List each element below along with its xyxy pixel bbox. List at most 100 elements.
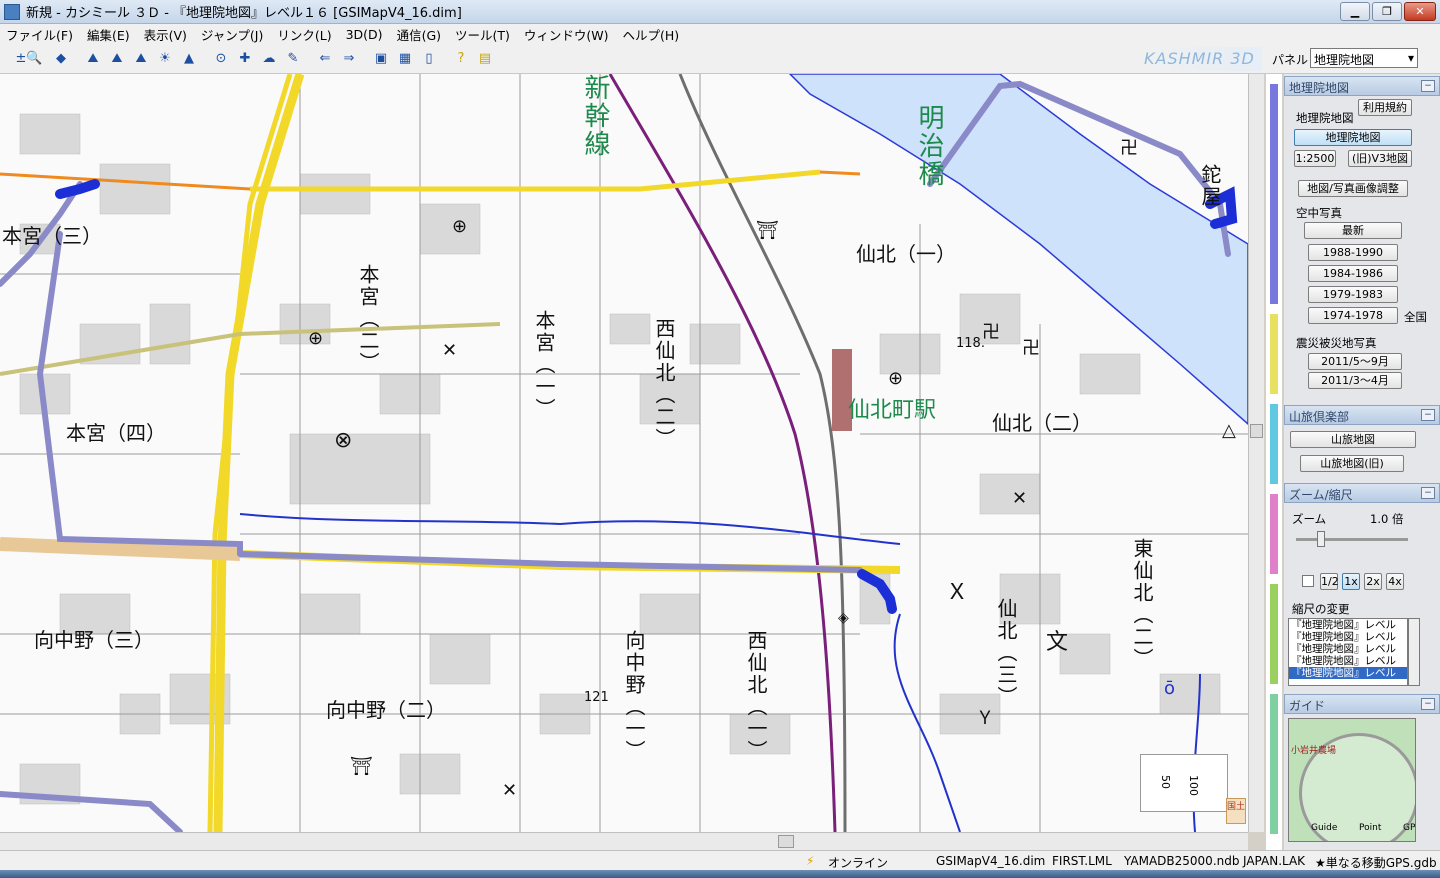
scale-list-scrollbar[interactable]: [1408, 618, 1420, 686]
side-panel: 地理院地図 − 利用規約 地理院地図 地理院地図 1:2500 (旧)V3地図 地…: [1284, 74, 1440, 850]
scale-list-item[interactable]: 『地理院地図』レベル: [1289, 655, 1407, 667]
zoom-slider-thumb[interactable]: [1317, 531, 1325, 547]
scale-list-item[interactable]: 『地理院地図』レベル: [1289, 631, 1407, 643]
cloud-icon[interactable]: ☁: [258, 48, 280, 70]
minimize-button[interactable]: ▁: [1340, 2, 1370, 21]
gsi-section-header[interactable]: 地理院地図 −: [1284, 76, 1440, 96]
menu-tool[interactable]: ツール(T): [455, 25, 510, 44]
disaster-may-button[interactable]: 2011/5～9月: [1308, 353, 1402, 370]
zoom-half-button[interactable]: 1/2: [1320, 573, 1339, 590]
temple-icon: 卍: [1120, 138, 1138, 159]
scale-50: 50: [1159, 775, 1172, 789]
aerial-latest-button[interactable]: 最新: [1304, 222, 1402, 239]
sanryo-section-header[interactable]: 山旅倶楽部 −: [1284, 405, 1440, 425]
menu-edit[interactable]: 編集(E): [87, 25, 130, 44]
help-icon[interactable]: ?: [450, 48, 472, 70]
zoom-slider[interactable]: [1296, 538, 1408, 541]
zoom-1x-button[interactable]: 1x: [1342, 573, 1360, 590]
terrain-view-icon[interactable]: ⛰: [82, 48, 104, 70]
label-shinkansen: 新幹線: [580, 74, 610, 158]
label-motomiya-1: 本宮（一）: [532, 310, 556, 420]
menu-file[interactable]: ファイル(F): [6, 25, 73, 44]
sanryo-old-map-button[interactable]: 山旅地図(旧): [1300, 455, 1404, 472]
aerial-all-label: 全国: [1404, 310, 1427, 324]
point-tab[interactable]: Point: [1359, 823, 1381, 833]
menu-window[interactable]: ウィンドウ(W): [524, 25, 609, 44]
close-button[interactable]: ✕: [1404, 2, 1436, 21]
school-icon: 文: [1046, 630, 1069, 655]
back-arrow-icon[interactable]: ⇐: [314, 48, 336, 70]
menu-bar: ファイル(F) 編集(E) 表示(V) ジャンプ(J) リンク(L) 3D(D)…: [0, 24, 1440, 44]
label-station: 仙北町駅: [848, 398, 937, 423]
chevron-down-icon: ▾: [1407, 51, 1414, 65]
menu-jump[interactable]: ジャンプ(J): [201, 25, 263, 44]
device-icon[interactable]: ▯: [418, 48, 440, 70]
triangulation-icon: △: [1222, 420, 1236, 441]
forward-arrow-icon[interactable]: ⇒: [338, 48, 360, 70]
vertical-scrollbar[interactable]: [1248, 74, 1264, 832]
aerial-1988-button[interactable]: 1988-1990: [1308, 244, 1398, 261]
menu-comm[interactable]: 通信(G): [397, 25, 441, 44]
gps-icon[interactable]: ▣: [370, 48, 392, 70]
scale-list[interactable]: 『地理院地図』レベル 『地理院地図』レベル 『地理院地図』レベル 『地理院地図』…: [1288, 618, 1408, 686]
status-online: オンライン: [828, 856, 889, 870]
panel-select-value: 地理院地図: [1314, 53, 1375, 67]
scale-list-item[interactable]: 『地理院地図』レベル: [1289, 643, 1407, 655]
gsi-map-button[interactable]: 地理院地図: [1294, 129, 1412, 146]
aerial-1979-button[interactable]: 1979-1983: [1308, 286, 1398, 303]
scroll-thumb[interactable]: [778, 835, 794, 848]
guide-place: 小岩井農場: [1291, 746, 1337, 756]
scroll-thumb[interactable]: [1250, 424, 1263, 438]
collapse-icon[interactable]: −: [1421, 698, 1435, 710]
collapse-icon[interactable]: −: [1421, 409, 1435, 421]
label-mukainakano-3: 向中野（三）: [34, 628, 154, 652]
restore-button[interactable]: ❐: [1372, 2, 1402, 21]
menu-help[interactable]: ヘルプ(H): [623, 25, 680, 44]
terrain-water-icon[interactable]: ⛰: [130, 48, 152, 70]
school-icon: ✕: [502, 780, 518, 801]
scale-list-item[interactable]: 『地理院地図』レベル: [1289, 619, 1407, 631]
panel-select[interactable]: 地理院地図 ▾: [1310, 48, 1418, 68]
terrain-mountain-icon[interactable]: ▲: [178, 48, 200, 70]
zoom-2x-button[interactable]: 2x: [1364, 573, 1382, 590]
terrain-shade-icon[interactable]: ⛰: [106, 48, 128, 70]
layer-icon[interactable]: ◆: [50, 48, 72, 70]
marker-icon[interactable]: ✚: [234, 48, 256, 70]
zoom-checkbox[interactable]: [1302, 575, 1314, 587]
guide-compass[interactable]: 小岩井農場 Guide Point GP: [1288, 718, 1416, 842]
disaster-march-button[interactable]: 2011/3～4月: [1308, 372, 1402, 389]
info-icon[interactable]: ▤: [474, 48, 496, 70]
scale-bar: 50 100: [1140, 754, 1228, 812]
sanryo-map-button[interactable]: 山旅地図: [1290, 431, 1416, 448]
film-icon[interactable]: ▦: [394, 48, 416, 70]
terrain-sun-icon[interactable]: ☀: [154, 48, 176, 70]
terms-button[interactable]: 利用規約: [1358, 99, 1412, 116]
label-mukainakano-2: 向中野（二）: [326, 698, 446, 722]
map-view[interactable]: 本宮（三） 本宮（四） 向中野（三） 向中野（二） 仙北（一） 仙北（二） 仙北…: [0, 74, 1248, 832]
collapse-icon[interactable]: −: [1421, 80, 1435, 92]
guide-section-header[interactable]: ガイド −: [1284, 694, 1440, 714]
menu-view[interactable]: 表示(V): [144, 25, 187, 44]
horizontal-scrollbar[interactable]: [0, 832, 1248, 850]
temple-icon: 卍: [982, 322, 1000, 343]
old-v3-map-button[interactable]: (旧)V3地図: [1348, 150, 1412, 167]
photo-adjust-button[interactable]: 地図/写真画像調整: [1298, 180, 1408, 197]
scale-list-item[interactable]: 『地理院地図』レベル: [1289, 667, 1407, 679]
pencil-icon[interactable]: ✎: [282, 48, 304, 70]
gps-tab[interactable]: GP: [1403, 823, 1415, 833]
scale-change-label: 縮尺の変更: [1292, 602, 1350, 616]
binoculars-icon[interactable]: ⊙: [210, 48, 232, 70]
aerial-1984-button[interactable]: 1984-1986: [1308, 265, 1398, 282]
menu-link[interactable]: リンク(L): [277, 25, 331, 44]
scale-2500-button[interactable]: 1:2500: [1294, 150, 1336, 167]
zoom-section-header[interactable]: ズーム/縮尺 −: [1284, 483, 1440, 503]
label-store: 鉈屋: [1198, 164, 1222, 208]
menu-3d[interactable]: 3D(D): [346, 27, 383, 42]
zoom-search-icon[interactable]: ±🔍: [15, 48, 42, 70]
status-gdb: ★単なる移動GPS.gdb: [1315, 856, 1437, 870]
elevation-118: 118.: [956, 336, 985, 351]
zoom-4x-button[interactable]: 4x: [1386, 573, 1404, 590]
guide-tab[interactable]: Guide: [1311, 823, 1337, 833]
collapse-icon[interactable]: −: [1421, 487, 1435, 499]
aerial-1974-button[interactable]: 1974-1978: [1308, 307, 1398, 324]
